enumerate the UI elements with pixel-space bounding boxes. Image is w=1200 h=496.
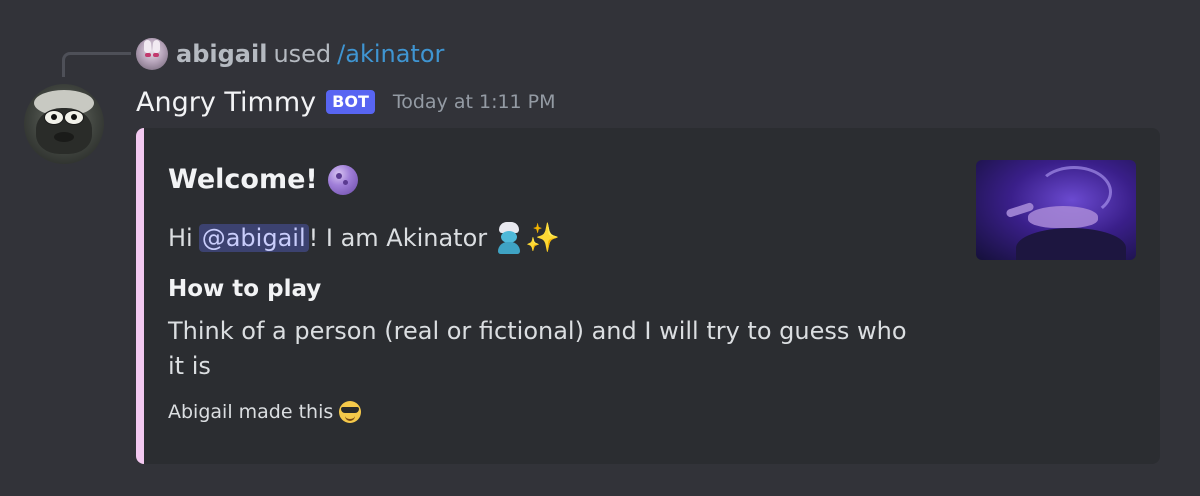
- thumbnail-rock: [1016, 228, 1126, 260]
- magic-lamp-icon: [1028, 206, 1098, 228]
- user-mention[interactable]: @abigail: [198, 224, 309, 252]
- message-header: Angry Timmy BOT Today at 1:11 PM: [136, 84, 556, 120]
- field-title: How to play: [168, 276, 322, 302]
- author-name[interactable]: Angry Timmy: [136, 87, 316, 118]
- avatar-eye-left: [145, 53, 151, 57]
- embed-card: Welcome! Hi @abigail ! I am Akinator ✨ H…: [136, 128, 1160, 464]
- reply-connector: [62, 52, 131, 77]
- reply-username[interactable]: abigail: [176, 40, 267, 68]
- embed-title: Welcome!: [168, 164, 358, 195]
- bunny-ear-left: [144, 40, 151, 53]
- crystal-ball-icon: [327, 164, 358, 195]
- avatar-eye-right: [153, 53, 159, 57]
- description-text: ! I am Akinator: [308, 224, 488, 252]
- field-value: Think of a person (real or fictional) an…: [168, 317, 907, 380]
- avatar-nose: [54, 132, 74, 142]
- genie-body: [498, 242, 521, 254]
- bunny-ear-right: [153, 40, 160, 53]
- avatar-eye-right: [64, 110, 84, 125]
- embed-thumbnail[interactable]: [976, 160, 1136, 260]
- embed-description: Hi @abigail ! I am Akinator ✨: [168, 220, 560, 256]
- embed-footer: Abigail made this: [168, 401, 362, 423]
- reply-action: used: [273, 40, 332, 68]
- bot-badge: BOT: [326, 90, 375, 114]
- genie-icon: [495, 222, 523, 254]
- avatar-eye-left: [44, 110, 64, 125]
- author-avatar[interactable]: [24, 84, 104, 164]
- reply-reference[interactable]: abigail used /akinator: [136, 37, 444, 71]
- avatar-pupil: [71, 114, 77, 120]
- sparkles-icon: ✨: [525, 221, 561, 254]
- description-greeting: Hi: [168, 224, 193, 252]
- reply-avatar[interactable]: [136, 38, 168, 70]
- reply-command-link[interactable]: /akinator: [337, 40, 444, 68]
- avatar-pupil: [51, 114, 57, 120]
- sunglasses-face-icon: [339, 401, 362, 423]
- message-timestamp[interactable]: Today at 1:11 PM: [393, 91, 556, 113]
- embed-title-text: Welcome!: [168, 164, 318, 195]
- footer-text: Abigail made this: [168, 401, 334, 423]
- sunglasses-shape: [341, 407, 360, 413]
- smile-shape: [345, 415, 356, 421]
